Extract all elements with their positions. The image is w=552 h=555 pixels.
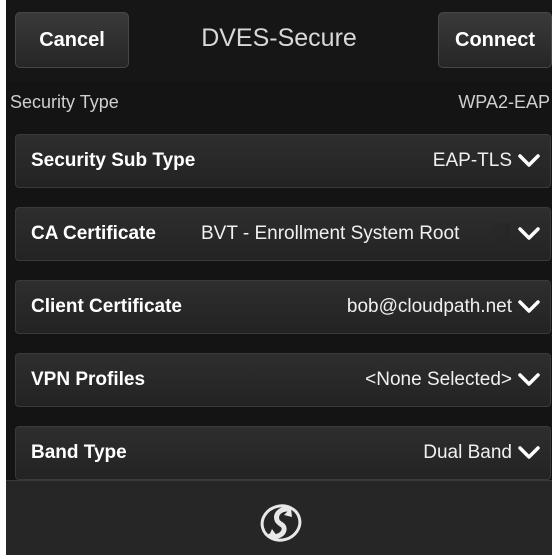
vpn-profiles-label: VPN Profiles [31, 369, 146, 390]
client-certificate-value: bob@cloudpath.net [346, 296, 512, 317]
ca-certificate-value: BVT - Enrollment System Root [201, 223, 510, 245]
chevron-down-icon [518, 446, 540, 459]
title-bar: Cancel DVES-Secure Connect [6, 0, 552, 82]
vpn-profiles-dropdown[interactable]: VPN Profiles <None Selected> [15, 353, 551, 407]
security-type-value: WPA2-EAP [458, 92, 550, 112]
security-sub-type-value: EAP-TLS [432, 150, 512, 171]
vpn-profiles-value: <None Selected> [365, 369, 512, 390]
bottom-toolbar [6, 480, 552, 555]
security-sub-type-label: Security Sub Type [31, 150, 196, 171]
app-logo-icon [260, 504, 302, 542]
chevron-down-icon [518, 300, 540, 313]
chevron-down-icon [518, 227, 540, 240]
chevron-down-icon [518, 373, 540, 386]
security-type-label: Security Type [10, 92, 119, 112]
band-type-dropdown[interactable]: Band Type Dual Band [15, 426, 551, 480]
connect-button[interactable]: Connect [438, 12, 552, 68]
security-sub-type-dropdown[interactable]: Security Sub Type EAP-TLS [15, 134, 551, 188]
client-certificate-label: Client Certificate [31, 296, 182, 317]
band-type-value: Dual Band [423, 442, 512, 463]
chevron-down-icon [518, 154, 540, 167]
wifi-settings-screen: Cancel DVES-Secure Connect Security Type… [6, 0, 552, 555]
ca-certificate-label: CA Certificate [31, 223, 156, 244]
ca-certificate-dropdown[interactable]: CA Certificate BVT - Enrollment System R… [15, 207, 551, 261]
security-type-row: Security Type WPA2-EAP [6, 86, 552, 120]
band-type-label: Band Type [31, 442, 127, 463]
client-certificate-dropdown[interactable]: Client Certificate bob@cloudpath.net [15, 280, 551, 334]
